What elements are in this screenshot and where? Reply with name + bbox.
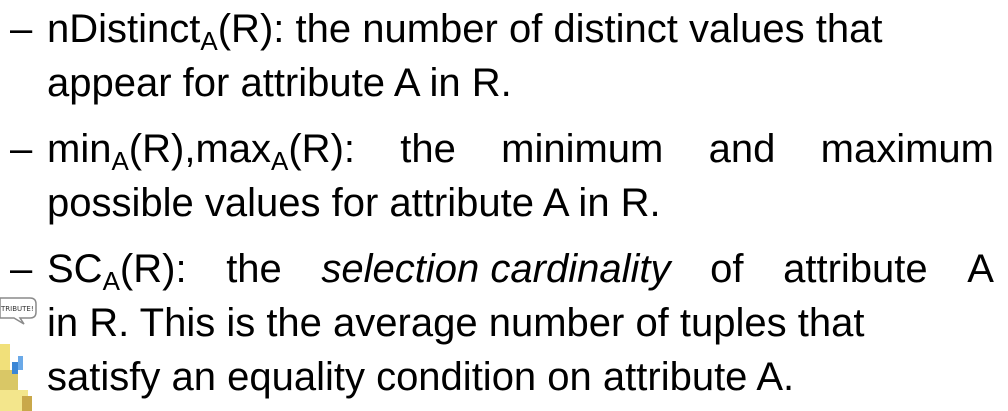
bullet-line: – SCA(R): the selection cardinality of at…: [10, 242, 994, 296]
dash: –: [10, 247, 33, 291]
word: maximum: [820, 127, 994, 171]
bullet-ndistinct: – nDistinctA(R): the number of distinct v…: [10, 2, 994, 110]
slide: – nDistinctA(R): the number of distinct v…: [0, 0, 1008, 411]
bullet-line: – nDistinctA(R): the number of distinct v…: [10, 2, 994, 56]
word: A: [967, 247, 994, 291]
term: (R),max: [128, 127, 272, 171]
word: and: [708, 127, 776, 171]
dash: –: [10, 7, 33, 51]
word: of: [710, 247, 744, 291]
term: SC: [47, 247, 103, 291]
clipart-icon: TRIBUTE!: [0, 297, 37, 411]
bullet-line: – minA(R),maxA(R): the minimum and maximu…: [10, 122, 994, 176]
word: minimum: [501, 127, 664, 171]
bullet-line: satisfy an equality condition on attribu…: [47, 355, 795, 399]
definition-text: (R): the number of distinct values that: [217, 7, 883, 51]
bullet-min-max: – minA(R),maxA(R): the minimum and maximu…: [10, 122, 994, 230]
bullet-line: possible values for attribute A in R.: [47, 181, 661, 225]
subscript: A: [200, 26, 218, 56]
subscript: A: [271, 146, 289, 176]
term-group: – minA(R),maxA(R):: [10, 122, 355, 176]
word: the: [400, 127, 456, 171]
dash: –: [10, 127, 33, 171]
bullet-line: in R. This is the average number of tupl…: [47, 301, 865, 345]
term-group: – SCA(R):: [10, 242, 187, 296]
clipart-label: TRIBUTE!: [0, 305, 34, 313]
term: (R):: [119, 247, 187, 291]
emphasis: selection cardinality: [321, 247, 671, 291]
term: (R):: [288, 127, 355, 171]
word: the: [226, 247, 282, 291]
bullet-line: appear for attribute A in R.: [47, 61, 512, 105]
term: min: [47, 127, 112, 171]
subscript: A: [111, 146, 129, 176]
word: attribute: [783, 247, 928, 291]
subscript: A: [102, 266, 120, 296]
bullet-selection-cardinality: – SCA(R): the selection cardinality of at…: [10, 242, 994, 404]
term: nDistinct: [47, 7, 201, 51]
